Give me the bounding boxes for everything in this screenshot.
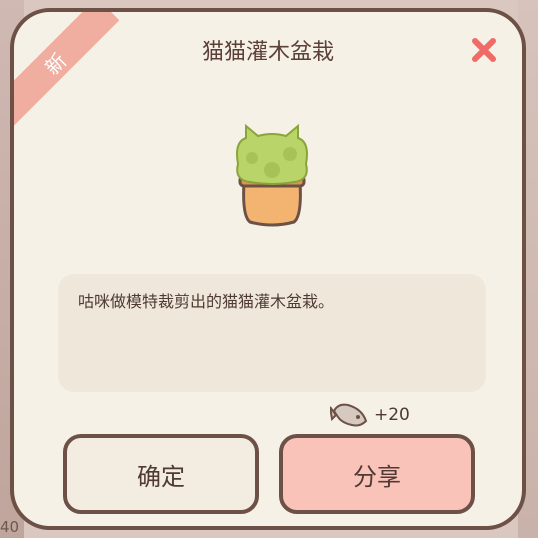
description-text: 咕咪做模特裁剪出的猫猫灌木盆栽。: [78, 292, 335, 311]
cat-bush-bonsai-icon: [236, 124, 308, 227]
confirm-button-label: 确定: [137, 462, 185, 491]
share-button-label: 分享: [353, 462, 401, 491]
dialog-title: 猫猫灌木盆栽: [201, 40, 334, 65]
fish-icon: [330, 403, 368, 427]
reward: +20: [330, 398, 410, 432]
close-button[interactable]: [466, 32, 502, 68]
background-partial-text: 40: [0, 518, 20, 536]
close-icon: [472, 38, 496, 62]
new-badge: 新: [14, 12, 120, 127]
item-dialog: 新 猫猫灌木盆栽 咕咪做模特裁剪出的猫猫灌木盆栽。 +20 确定 分享: [10, 8, 526, 530]
confirm-button[interactable]: 确定: [63, 434, 259, 514]
share-button[interactable]: 分享: [279, 434, 475, 514]
description-box: 咕咪做模特裁剪出的猫猫灌木盆栽。: [58, 274, 486, 392]
reward-amount: +20: [374, 405, 410, 425]
